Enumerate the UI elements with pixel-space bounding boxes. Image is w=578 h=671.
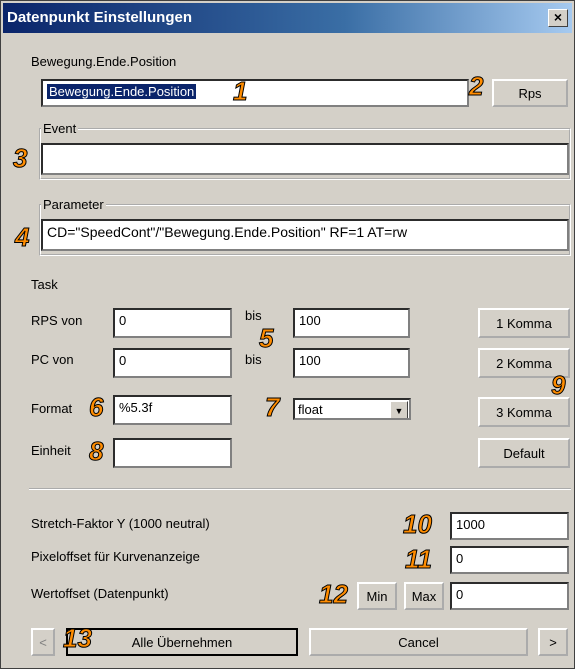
type-select[interactable]: float ▼	[293, 398, 411, 420]
callout-13: 13	[63, 623, 93, 654]
callout-12: 12	[319, 579, 349, 610]
name-value: Bewegung.Ende.Position	[47, 84, 197, 99]
wertoffset-input[interactable]: 0	[450, 582, 569, 610]
rps-von-input[interactable]: 0	[113, 308, 232, 338]
event-input[interactable]	[41, 143, 569, 175]
type-select-value: float	[298, 402, 323, 417]
format-label: Format	[31, 401, 73, 416]
parameter-legend: Parameter	[41, 197, 106, 212]
rps-bis-input[interactable]: 100	[293, 308, 410, 338]
max-button[interactable]: Max	[404, 582, 444, 610]
bis-label-1: bis	[245, 308, 262, 323]
prev-button[interactable]: <	[31, 628, 55, 656]
einheit-label: Einheit	[31, 443, 71, 458]
pixeloffset-label: Pixeloffset für Kurvenanzeige	[31, 549, 200, 564]
callout-9: 9	[550, 370, 566, 401]
rps-von-label: RPS von	[31, 313, 83, 328]
pc-von-label: PC von	[31, 352, 74, 367]
window-title: Datenpunkt Einstellungen	[7, 9, 193, 26]
cancel-button[interactable]: Cancel	[309, 628, 528, 656]
divider	[29, 488, 571, 490]
name-label: Bewegung.Ende.Position	[31, 54, 177, 69]
format-input[interactable]: %5.3f	[113, 395, 232, 425]
apply-all-button[interactable]: Alle Übernehmen	[66, 628, 298, 656]
event-legend: Event	[41, 121, 79, 136]
callout-6: 6	[88, 392, 104, 423]
name-input[interactable]: Bewegung.Ende.Position	[41, 79, 469, 107]
rps-button[interactable]: Rps	[492, 79, 568, 107]
callout-4: 4	[14, 222, 30, 253]
task-title: Task	[31, 277, 58, 292]
min-button[interactable]: Min	[357, 582, 397, 610]
close-button[interactable]: ×	[548, 9, 568, 27]
callout-2: 2	[468, 71, 484, 102]
einheit-input[interactable]	[113, 438, 232, 468]
one-komma-button[interactable]: 1 Komma	[478, 308, 570, 338]
callout-7: 7	[264, 392, 280, 423]
stretch-label: Stretch-Faktor Y (1000 neutral)	[31, 516, 210, 531]
settings-dialog: Datenpunkt Einstellungen × Bewegung.Ende…	[0, 0, 575, 669]
callout-5: 5	[258, 323, 274, 354]
callout-11: 11	[405, 544, 433, 575]
parameter-input[interactable]: CD="SpeedCont"/"Bewegung.Ende.Position" …	[41, 219, 569, 251]
stretch-input[interactable]: 1000	[450, 512, 569, 540]
callout-8: 8	[88, 436, 104, 467]
next-button[interactable]: >	[538, 628, 568, 656]
pc-von-input[interactable]: 0	[113, 348, 232, 378]
wertoffset-label: Wertoffset (Datenpunkt)	[31, 586, 169, 601]
pc-bis-input[interactable]: 100	[293, 348, 410, 378]
title-bar: Datenpunkt Einstellungen ×	[3, 3, 572, 33]
bis-label-2: bis	[245, 352, 262, 367]
pixeloffset-input[interactable]: 0	[450, 546, 569, 574]
default-button[interactable]: Default	[478, 438, 570, 468]
callout-10: 10	[403, 509, 433, 540]
chevron-down-icon[interactable]: ▼	[390, 401, 408, 418]
three-komma-button[interactable]: 3 Komma	[478, 397, 570, 427]
callout-3: 3	[12, 143, 28, 174]
callout-1: 1	[232, 76, 248, 107]
